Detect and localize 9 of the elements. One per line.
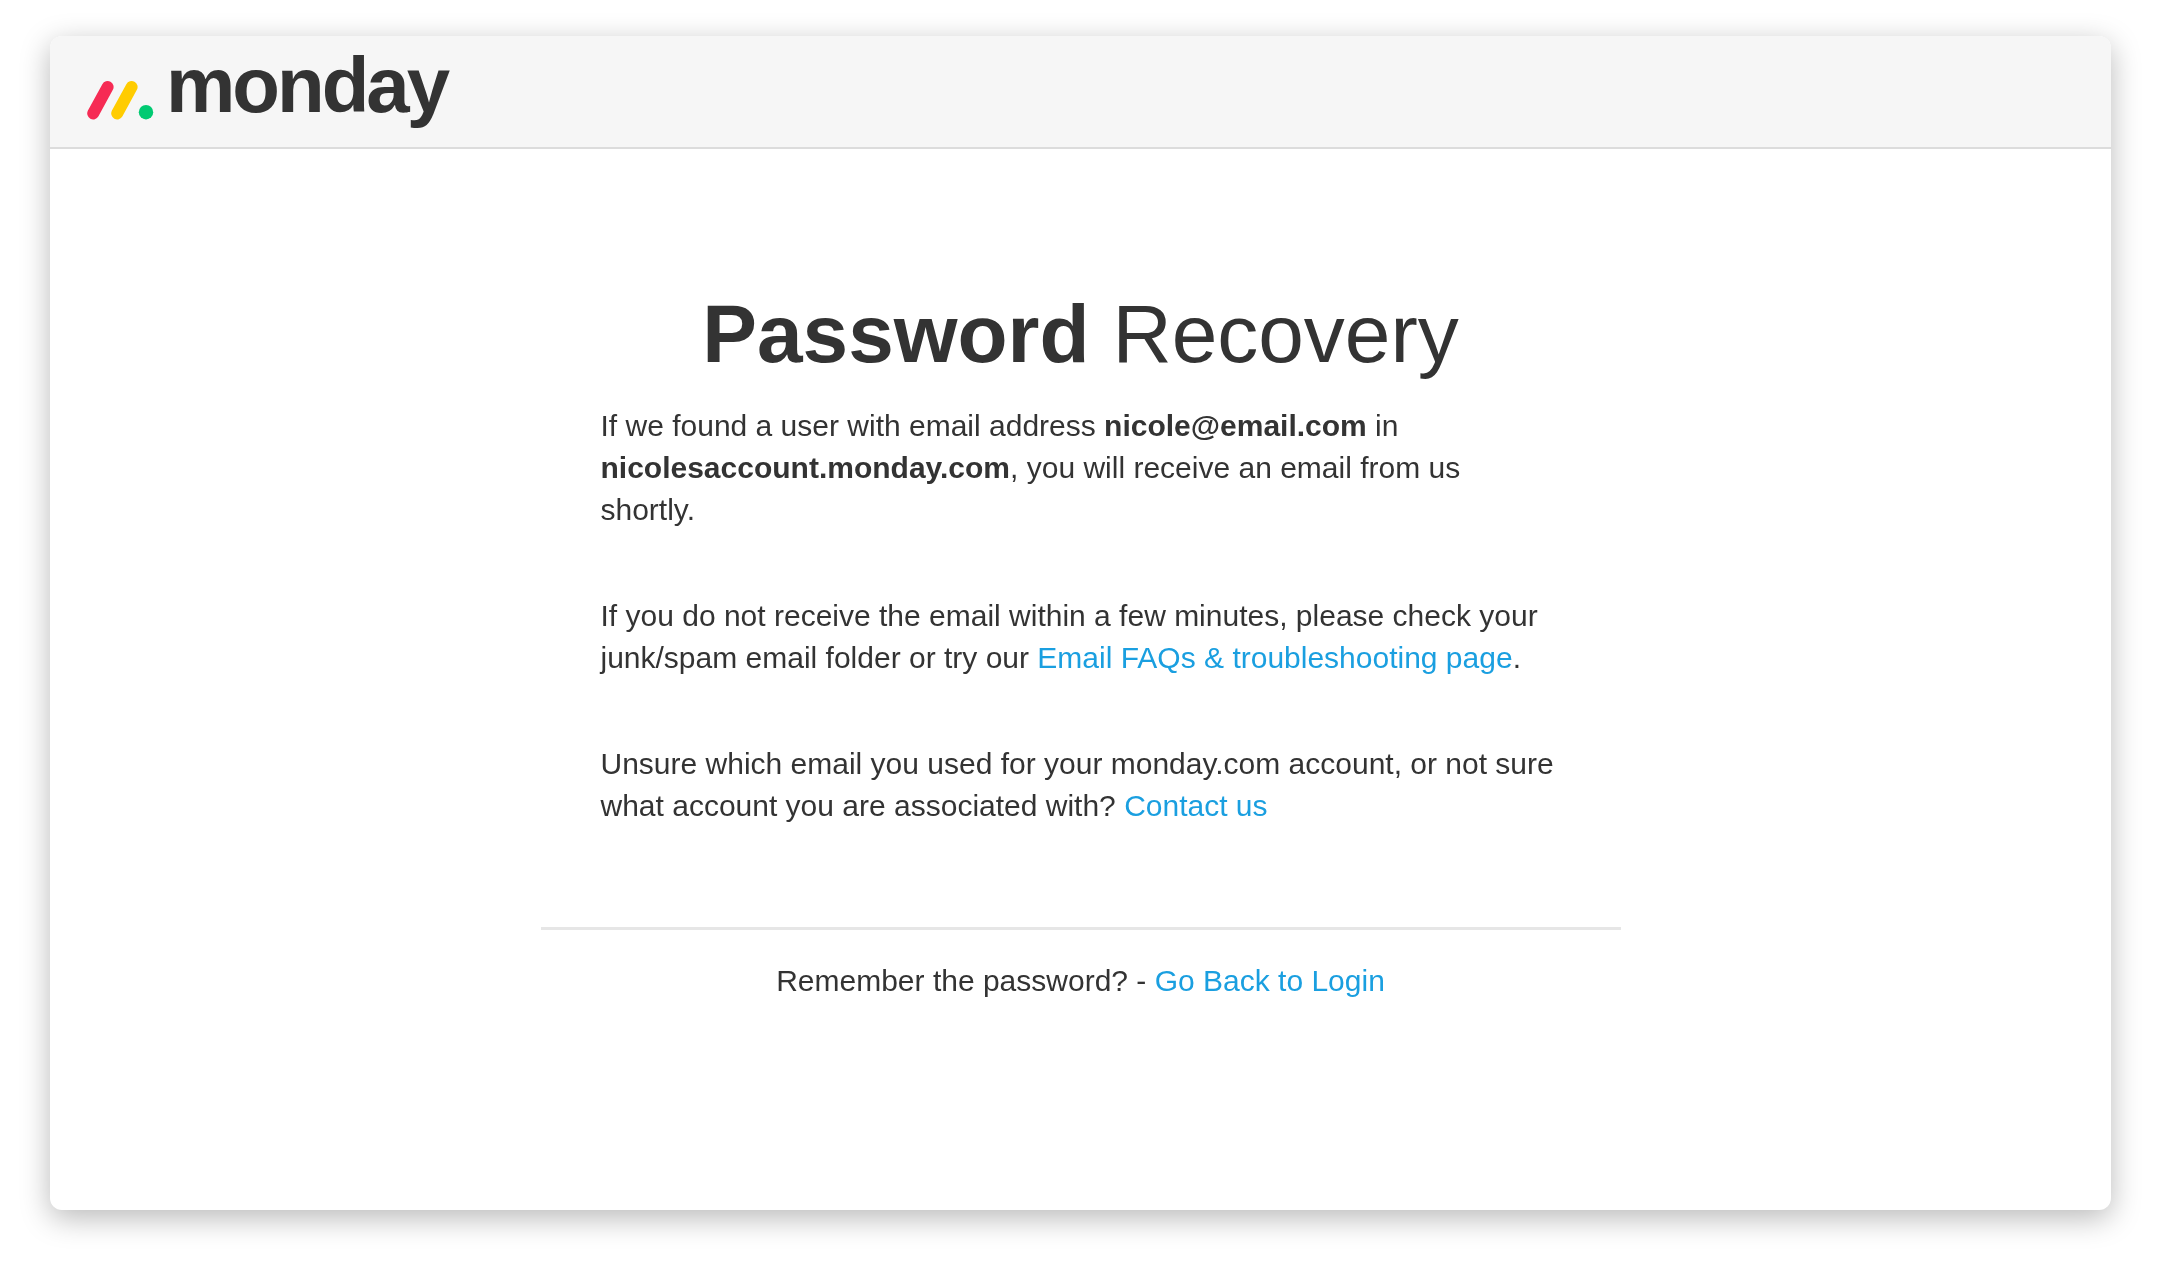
link[interactable]: Email FAQs & troubleshooting page: [1037, 641, 1513, 675]
logo-text: monday: [166, 40, 448, 131]
footer-text: Remember the password? - Go Back to Login: [776, 964, 1385, 999]
login-link[interactable]: Go Back to Login: [1154, 964, 1385, 998]
page-title: Password Recovery: [702, 289, 1459, 380]
paragraph: If we found a user with email address nicole@email.com in nicolesaccount.monday.com, you will receive an email from us shortly.: [600, 408, 1462, 529]
paragraph: Unsure which email you used for your monday.com account, or not sure what account you are associated with? Contact us: [600, 746, 1555, 825]
link[interactable]: Contact us: [1124, 789, 1268, 823]
paragraph: If you do not receive the email within a few minutes, please check your junk/spam email folder or try our Email FAQs & troubleshooting page.: [600, 598, 1539, 677]
